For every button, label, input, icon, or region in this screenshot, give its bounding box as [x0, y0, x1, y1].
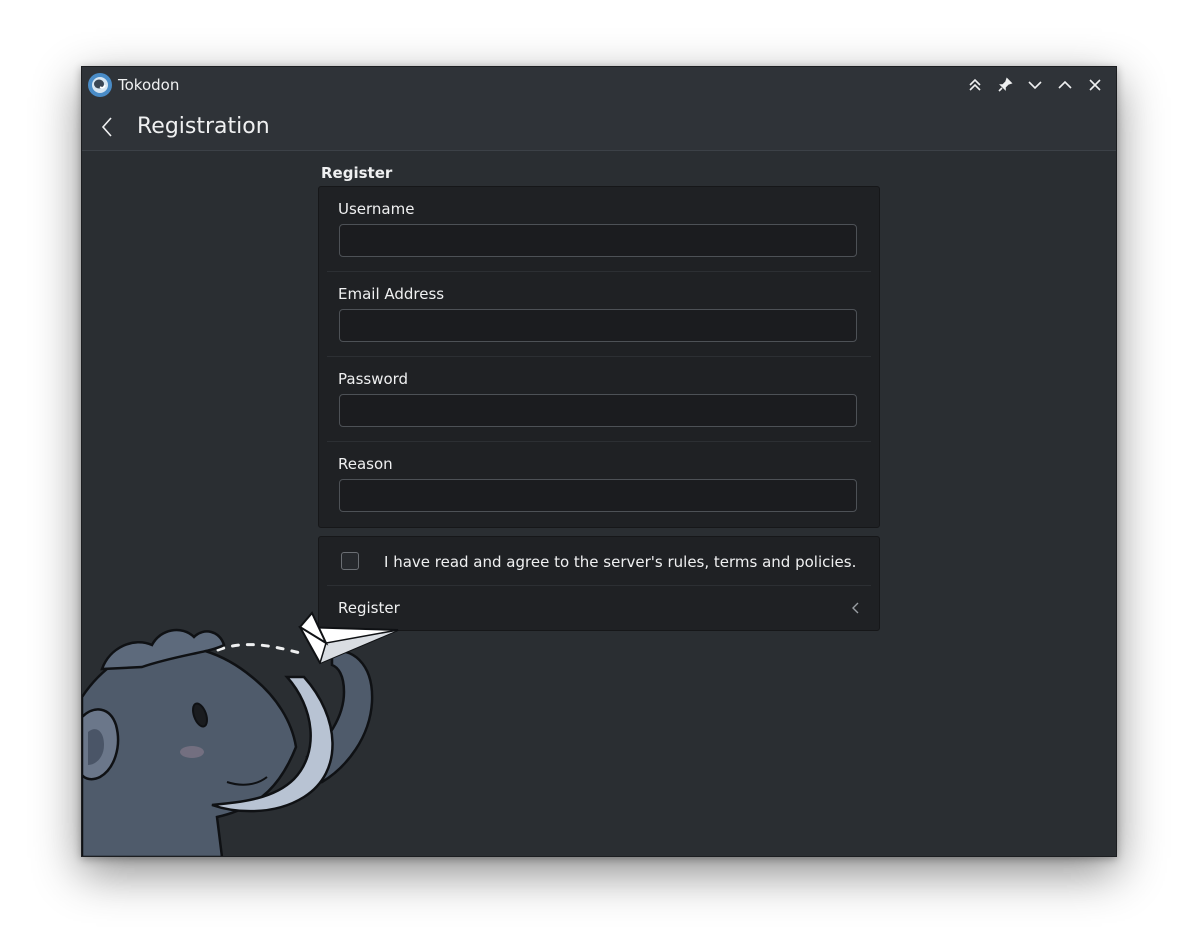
title-bar[interactable]: Tokodon — [82, 67, 1116, 103]
agree-label[interactable]: I have read and agree to the server's ru… — [384, 553, 856, 571]
username-field-group: Username — [319, 187, 879, 272]
chevron-left-icon — [851, 600, 861, 619]
page-title: Registration — [137, 114, 270, 139]
close-icon[interactable] — [1082, 72, 1108, 98]
divider — [327, 585, 871, 586]
username-label: Username — [338, 200, 415, 218]
mammoth-mascot-illustration — [82, 611, 399, 856]
password-input[interactable] — [339, 394, 857, 427]
password-label: Password — [338, 370, 409, 388]
email-label: Email Address — [338, 285, 445, 303]
username-input[interactable] — [339, 224, 857, 257]
maximize-icon[interactable] — [1052, 72, 1078, 98]
password-field-group: Password — [319, 357, 879, 442]
section-title: Register — [321, 164, 393, 182]
reason-field-group: Reason — [319, 442, 879, 527]
reason-label: Reason — [338, 455, 393, 473]
agree-checkbox[interactable] — [341, 552, 359, 570]
minimize-icon[interactable] — [1022, 72, 1048, 98]
window-controls — [962, 67, 1108, 103]
tokodon-app-icon — [88, 73, 112, 97]
app-window: Tokodon Registration Register Username E… — [81, 66, 1117, 857]
keep-above-icon[interactable] — [962, 72, 988, 98]
back-button[interactable] — [96, 115, 120, 139]
back-arrow-icon — [101, 116, 112, 137]
registration-form-card: Username Email Address Password Reason — [318, 186, 880, 528]
reason-input[interactable] — [339, 479, 857, 512]
page-header: Registration — [82, 103, 1116, 151]
pin-icon[interactable] — [992, 72, 1018, 98]
email-field-group: Email Address — [319, 272, 879, 357]
email-input[interactable] — [339, 309, 857, 342]
window-title: Tokodon — [118, 76, 180, 94]
